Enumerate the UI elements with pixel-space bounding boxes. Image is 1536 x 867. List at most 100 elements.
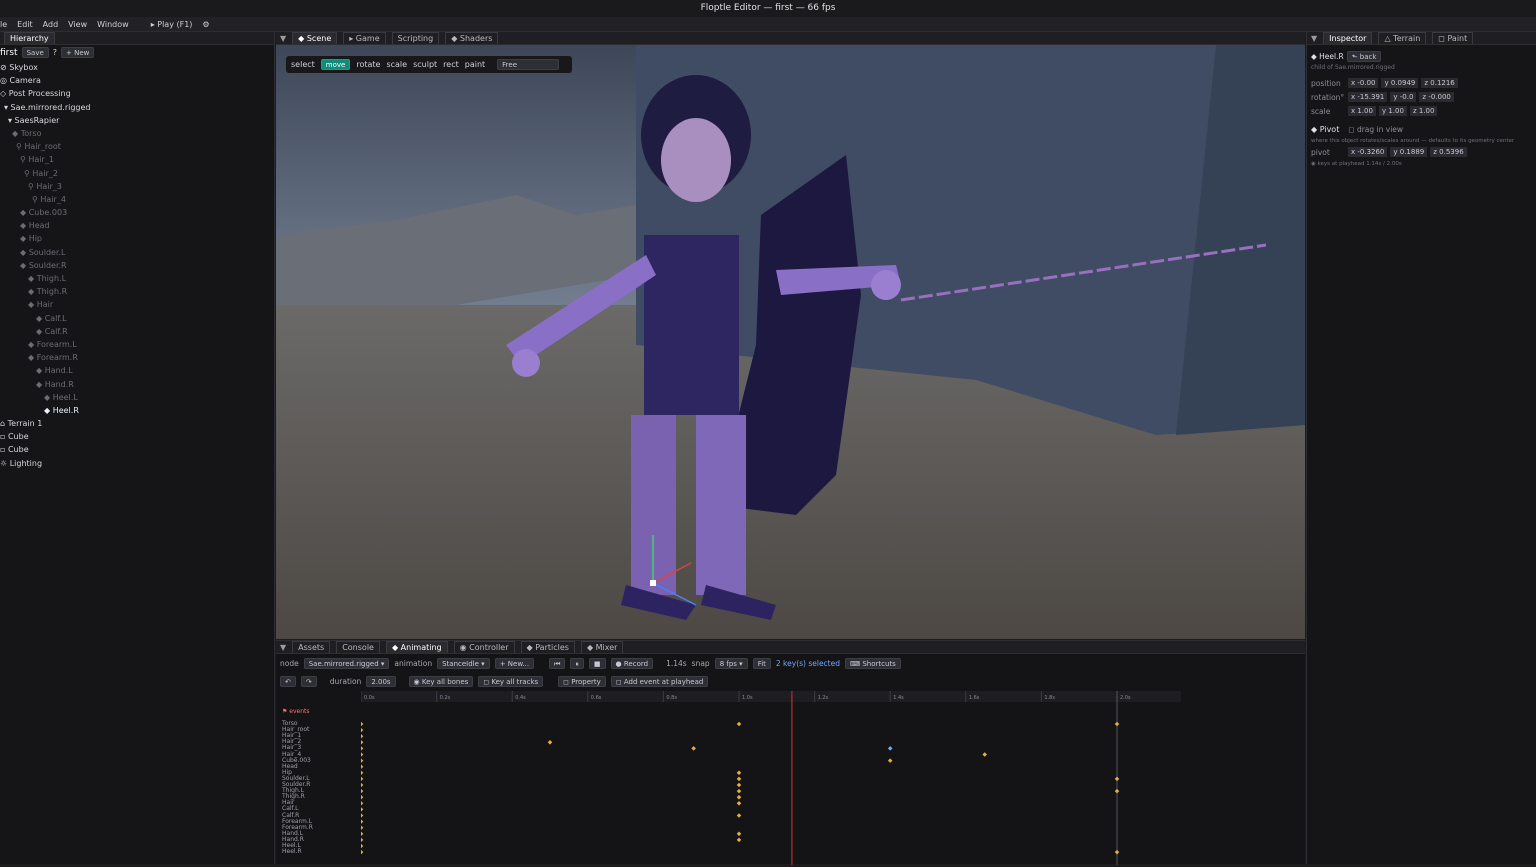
scale-y-field[interactable]: y 1.00 (1378, 106, 1407, 116)
hierarchy-node[interactable]: ▾ SaesRapier (0, 114, 274, 127)
rect-tool-button[interactable]: rect (443, 60, 459, 69)
hierarchy-node[interactable]: ◆ Torso (0, 127, 274, 140)
keyframe[interactable] (547, 740, 553, 745)
hierarchy-node[interactable]: ◆ Calf.L (0, 312, 274, 325)
scene-viewport[interactable]: select move rotate scale sculpt rect pai… (276, 45, 1305, 639)
camera-mode-select[interactable]: Free (497, 59, 560, 70)
timeline[interactable]: 0.0s 0.2s 0.4s 0.6s 0.8s 1.0s 1.2s 1.4s 1.6s 1.8s… (358, 691, 1181, 865)
keyframe[interactable] (358, 776, 364, 782)
keyframe[interactable] (358, 733, 364, 739)
keyframe[interactable] (358, 819, 364, 824)
collapse-icon[interactable]: ▼ (1311, 34, 1317, 43)
keyframe[interactable] (736, 794, 742, 800)
tab-mixer[interactable]: ◆ Mixer (580, 641, 624, 653)
keyframe[interactable] (736, 770, 742, 776)
keyframe[interactable] (358, 727, 364, 733)
tab-animating[interactable]: ◆ Animating (385, 641, 448, 653)
gear-icon[interactable]: ⚙ (202, 20, 209, 29)
tab-game[interactable]: ▸ Game (343, 32, 386, 44)
hierarchy-node[interactable]: ◆ Forearm.R (0, 351, 274, 364)
pause-icon[interactable]: ⏸ (570, 657, 584, 669)
keyframe[interactable] (358, 794, 364, 800)
keyframe[interactable] (736, 831, 742, 837)
back-button[interactable]: ⬑ back (1346, 50, 1382, 62)
scale-tool-button[interactable]: scale (386, 60, 407, 69)
new-animation-button[interactable]: + New... (494, 657, 535, 669)
position-x-field[interactable]: x -0.00 (1348, 78, 1379, 88)
key-all-bones-button[interactable]: ◉ Key all bones (408, 675, 474, 687)
hierarchy-node[interactable]: ⊘ Skybox (0, 61, 274, 74)
tab-terrain[interactable]: △ Terrain (1378, 32, 1427, 44)
shortcuts-button[interactable]: ⌨ Shortcuts (845, 657, 901, 669)
keyframe[interactable] (358, 788, 364, 794)
skip-start-icon[interactable]: ⏮ (549, 657, 566, 669)
keyframe[interactable] (736, 801, 742, 806)
position-z-field[interactable]: z 0.1216 (1421, 78, 1458, 88)
fit-button[interactable]: Fit (752, 657, 771, 669)
pivot-y-field[interactable]: y 0.1889 (1390, 147, 1428, 157)
snap-select[interactable]: 8 fps ▾ (714, 657, 748, 669)
hierarchy-node[interactable]: ◆ Heel.L (0, 391, 274, 404)
menu-add[interactable]: Add (43, 20, 59, 29)
keyframe[interactable] (358, 770, 364, 776)
hierarchy-node[interactable]: ◆ Thigh.R (0, 285, 274, 298)
keyframe[interactable] (887, 746, 893, 751)
tab-scripting[interactable]: Scripting (391, 32, 440, 44)
hierarchy-node[interactable]: ◆ Soulder.L (0, 246, 274, 259)
rotation-x-field[interactable]: x -15.391 (1348, 92, 1388, 102)
add-event-button[interactable]: ◻ Add event at playhead (610, 675, 709, 687)
keyframe[interactable] (736, 837, 742, 843)
move-tool-button[interactable]: move (320, 59, 351, 70)
animation-select[interactable]: StanceIdle ▾ (437, 657, 490, 669)
tab-paint[interactable]: ◻ Paint (1432, 32, 1474, 44)
scale-x-field[interactable]: x 1.00 (1348, 106, 1376, 116)
hierarchy-node[interactable]: ◆ Hand.R (0, 378, 274, 391)
menu-view[interactable]: View (68, 20, 87, 29)
play-button[interactable]: ▸ Play (F1) (151, 20, 193, 29)
keyframe[interactable] (358, 831, 364, 837)
property-button[interactable]: ◻ Property (558, 675, 606, 687)
tab-controller[interactable]: ◉ Controller (453, 641, 515, 653)
new-node-button[interactable]: + New (61, 47, 95, 58)
collapse-icon[interactable]: ▼ (280, 34, 286, 43)
keyframe[interactable] (1114, 849, 1120, 855)
hierarchy-node[interactable]: ⚲ Hair_2 (0, 167, 274, 180)
collapse-icon[interactable]: ▼ (280, 643, 286, 652)
hierarchy-node[interactable]: ◆ Cube.003 (0, 206, 274, 219)
keyframe[interactable] (982, 752, 987, 757)
hierarchy-node[interactable]: ⚲ Hair_4 (0, 193, 274, 206)
undo-icon[interactable]: ↶ (280, 675, 296, 687)
keyframe[interactable] (358, 849, 364, 855)
menu-file[interactable]: le (0, 20, 7, 29)
hierarchy-node[interactable]: ◆ Hand.L (0, 364, 274, 377)
rotate-tool-button[interactable]: rotate (356, 60, 380, 69)
redo-icon[interactable]: ↷ (300, 675, 317, 687)
keyframe[interactable] (1114, 776, 1120, 782)
hierarchy-node[interactable]: ◎ Camera (0, 74, 274, 87)
hierarchy-node[interactable]: ⚲ Hair_3 (0, 180, 274, 193)
paint-tool-button[interactable]: paint (465, 60, 485, 69)
pivot-z-field[interactable]: z 0.5396 (1430, 147, 1467, 157)
hierarchy-node[interactable]: ⚲ Hair_1 (0, 153, 274, 166)
keyframe[interactable] (358, 721, 364, 727)
hierarchy-node[interactable]: ⌂ Terrain 1 (0, 417, 274, 430)
keyframe[interactable] (358, 758, 364, 763)
keyframe[interactable] (736, 813, 742, 818)
tab-scene[interactable]: ◆ Scene (292, 32, 338, 44)
hierarchy-node[interactable]: ◆ Soulder.R (0, 259, 274, 272)
tab-particles[interactable]: ◆ Particles (520, 641, 575, 653)
help-button[interactable]: ? (53, 48, 57, 57)
hierarchy-node[interactable]: ▫ Cube (0, 443, 274, 456)
tab-hierarchy[interactable]: Hierarchy (4, 32, 55, 44)
keyframe[interactable] (358, 843, 364, 849)
track-name[interactable]: Heel.R (282, 849, 302, 855)
keyframe[interactable] (887, 758, 893, 763)
keyframe[interactable] (1114, 788, 1120, 794)
save-button[interactable]: Save (21, 47, 49, 58)
hierarchy-node[interactable]: ◆ Thigh.L (0, 272, 274, 285)
keyframe[interactable] (358, 807, 364, 812)
node-select[interactable]: Sae.mirrored.rigged ▾ (303, 657, 390, 669)
rotation-y-field[interactable]: y -0.0 (1390, 92, 1417, 102)
keyframe[interactable] (358, 746, 364, 751)
keyframe[interactable] (358, 813, 364, 818)
